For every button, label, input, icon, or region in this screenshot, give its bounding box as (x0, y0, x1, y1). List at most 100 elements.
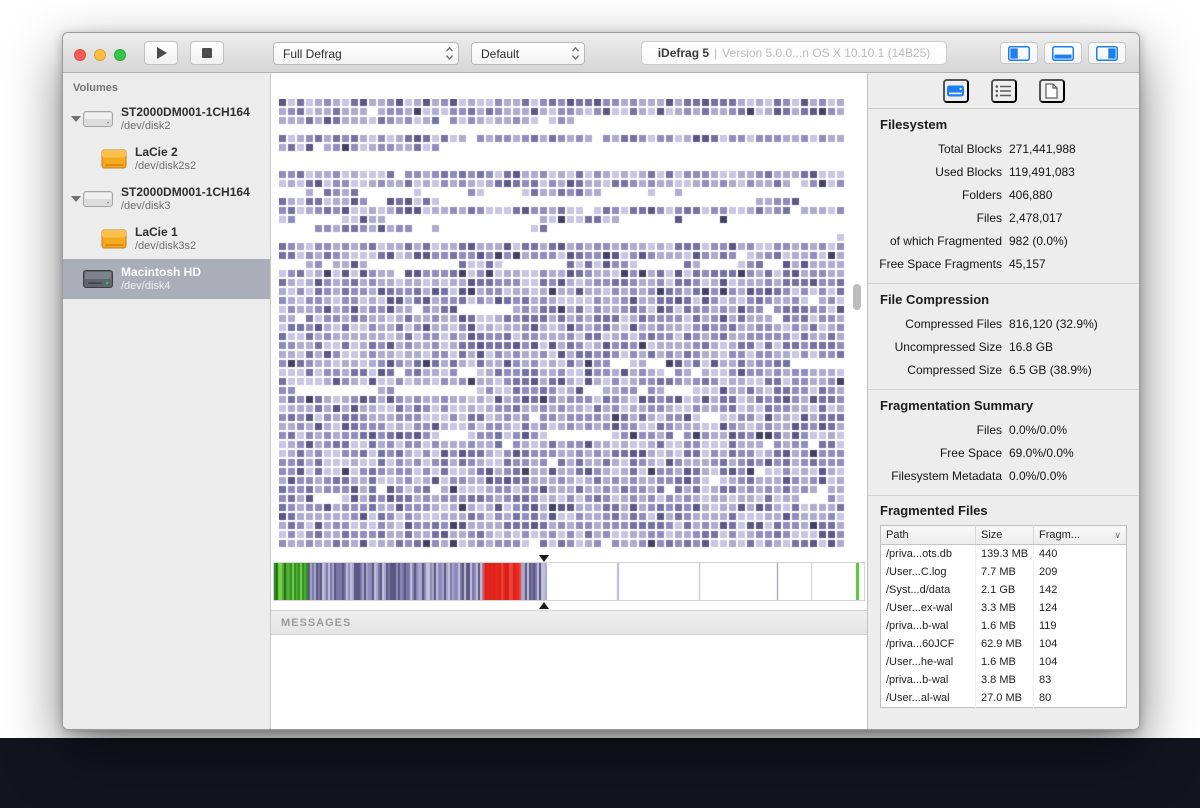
titlebar: Full Defrag Default iDefrag 5 | Version … (63, 33, 1139, 73)
file-size: 62.9 MB (976, 635, 1034, 653)
file-path: /User...he-wal (881, 653, 976, 671)
volume-name: ST2000DM001-1CH164 (121, 105, 250, 119)
defrag-mode-select[interactable]: Full Defrag (273, 42, 459, 65)
preset-value: Default (481, 47, 519, 61)
position-marker-bottom-icon (539, 602, 549, 609)
file-fragments: 104 (1034, 653, 1127, 671)
start-defrag-button[interactable] (144, 41, 178, 65)
file-path: /priva...b-wal (881, 671, 976, 689)
minimize-button[interactable] (94, 49, 106, 61)
disk-overview-canvas[interactable] (273, 562, 865, 601)
section-title: Filesystem (868, 109, 1139, 137)
volume-name: LaCie 2 (135, 145, 196, 159)
stat-value: 271,441,988 (1009, 142, 1076, 156)
fragmented-file-row[interactable]: /User...al-wal27.0 MB80 (881, 689, 1127, 708)
stop-icon (202, 48, 212, 58)
preset-select[interactable]: Default (471, 42, 585, 65)
messages-label: MESSAGES (281, 617, 351, 629)
external-drive-icon (101, 149, 127, 169)
volumes-header: Volumes (63, 73, 270, 99)
traffic-lights (74, 49, 126, 61)
block-map-pane: MESSAGES (271, 73, 867, 730)
sort-menu-icon[interactable]: ∨ (1114, 530, 1121, 541)
stat-value: 45,157 (1009, 257, 1046, 271)
document-icon (1045, 83, 1058, 99)
tab-messages-list[interactable] (991, 79, 1017, 103)
tab-volume-info[interactable] (943, 79, 969, 103)
fragmented-file-row[interactable]: /priva...b-wal1.6 MB119 (881, 617, 1127, 635)
stat-value: 119,491,083 (1009, 165, 1075, 179)
column-header-size[interactable]: Size (976, 526, 1034, 545)
volume-item-macintosh-hd[interactable]: Macintosh HD/dev/disk4 (63, 259, 270, 299)
file-fragments: 142 (1034, 581, 1127, 599)
stat-label: Used Blocks (868, 165, 1002, 179)
fragmented-file-row[interactable]: /User...C.log7.7 MB209 (881, 563, 1127, 581)
stat-label: Files (868, 423, 1002, 437)
file-path: /User...ex-wal (881, 599, 976, 617)
file-path: /priva...b-wal (881, 617, 976, 635)
volume-device: /dev/disk2 (121, 120, 250, 133)
fragmented-file-row[interactable]: /Syst...d/data2.1 GB142 (881, 581, 1127, 599)
volume-device: /dev/disk2s2 (135, 160, 196, 173)
messages-header[interactable]: MESSAGES (271, 610, 867, 635)
fragmented-file-row[interactable]: /User...he-wal1.6 MB104 (881, 653, 1127, 671)
window-title: iDefrag 5 | Version 5.0.0...n OS X 10.10… (641, 41, 947, 65)
file-path: /User...al-wal (881, 689, 976, 708)
filesystem-stats: FilesystemTotal Blocks271,441,988Used Bl… (868, 109, 1139, 495)
zoom-button[interactable] (114, 49, 126, 61)
disclosure-triangle-icon[interactable] (69, 116, 83, 122)
stat-value: 0.0%/0.0% (1009, 469, 1067, 483)
stop-defrag-button[interactable] (190, 41, 224, 65)
position-marker-top-icon (539, 555, 549, 562)
scrollbar-thumb[interactable] (853, 284, 861, 310)
stat-value: 816,120 (32.9%) (1009, 317, 1098, 331)
file-fragments: 440 (1034, 545, 1127, 564)
messages-body (271, 635, 867, 730)
close-button[interactable] (74, 49, 86, 61)
toggle-bottombar-button[interactable] (1044, 42, 1082, 64)
disk-overview-bar[interactable] (273, 555, 865, 609)
app-name: iDefrag 5 (658, 46, 709, 60)
fragmented-files-title: Fragmented Files (880, 503, 1127, 518)
fragmented-file-row[interactable]: /priva...b-wal3.8 MB83 (881, 671, 1127, 689)
file-fragments: 104 (1034, 635, 1127, 653)
toggle-inspector-button[interactable] (1088, 42, 1126, 64)
stats-section-file-compression: File CompressionCompressed Files816,120 … (868, 283, 1139, 389)
list-icon (995, 84, 1012, 98)
volume-item-lacie-2[interactable]: LaCie 2/dev/disk2s2 (63, 139, 270, 179)
internal-drive-icon (83, 109, 113, 129)
run-controls (144, 41, 224, 65)
fragmented-file-row[interactable]: /priva...ots.db139.3 MB440 (881, 545, 1127, 564)
fragmented-file-row[interactable]: /priva...60JCF62.9 MB104 (881, 635, 1127, 653)
volume-item-lacie-1[interactable]: LaCie 1/dev/disk3s2 (63, 219, 270, 259)
drive-icon (946, 83, 965, 99)
stat-row: Filesystem Metadata0.0%/0.0% (868, 464, 1139, 487)
column-header-path[interactable]: Path (881, 526, 976, 545)
disclosure-triangle-icon[interactable] (69, 196, 83, 202)
tab-file-info[interactable] (1039, 79, 1065, 103)
stat-value: 982 (0.0%) (1009, 234, 1068, 248)
stat-label: Files (868, 211, 1002, 225)
stats-section-fragmentation-summary: Fragmentation SummaryFiles0.0%/0.0%Free … (868, 389, 1139, 495)
volume-name: Macintosh HD (121, 265, 201, 279)
stat-label: Compressed Files (868, 317, 1002, 331)
stat-value: 406,880 (1009, 188, 1052, 202)
table-header-row: PathSizeFragm...∨ (881, 526, 1127, 545)
file-size: 1.6 MB (976, 653, 1034, 671)
block-map-canvas[interactable] (279, 99, 846, 549)
file-size: 1.6 MB (976, 617, 1034, 635)
volume-item-st2000dm001-1ch164[interactable]: ST2000DM001-1CH164/dev/disk3 (63, 179, 270, 219)
stat-label: of which Fragmented (868, 234, 1002, 248)
block-map-scrollbar[interactable] (853, 99, 861, 549)
fragmented-file-row[interactable]: /User...ex-wal3.3 MB124 (881, 599, 1127, 617)
stat-label: Free Space (868, 446, 1002, 460)
stats-section-filesystem: FilesystemTotal Blocks271,441,988Used Bl… (868, 109, 1139, 283)
volume-item-st2000dm001-1ch164[interactable]: ST2000DM001-1CH164/dev/disk2 (63, 99, 270, 139)
file-fragments: 124 (1034, 599, 1127, 617)
version-text: Version 5.0.0...n OS X 10.10.1 (14B25) (722, 46, 930, 60)
file-path: /priva...60JCF (881, 635, 976, 653)
toggle-sidebar-button[interactable] (1000, 42, 1038, 64)
column-header-fragm[interactable]: Fragm...∨ (1034, 526, 1127, 545)
file-fragments: 80 (1034, 689, 1127, 708)
stat-row: of which Fragmented 982 (0.0%) (868, 229, 1139, 252)
